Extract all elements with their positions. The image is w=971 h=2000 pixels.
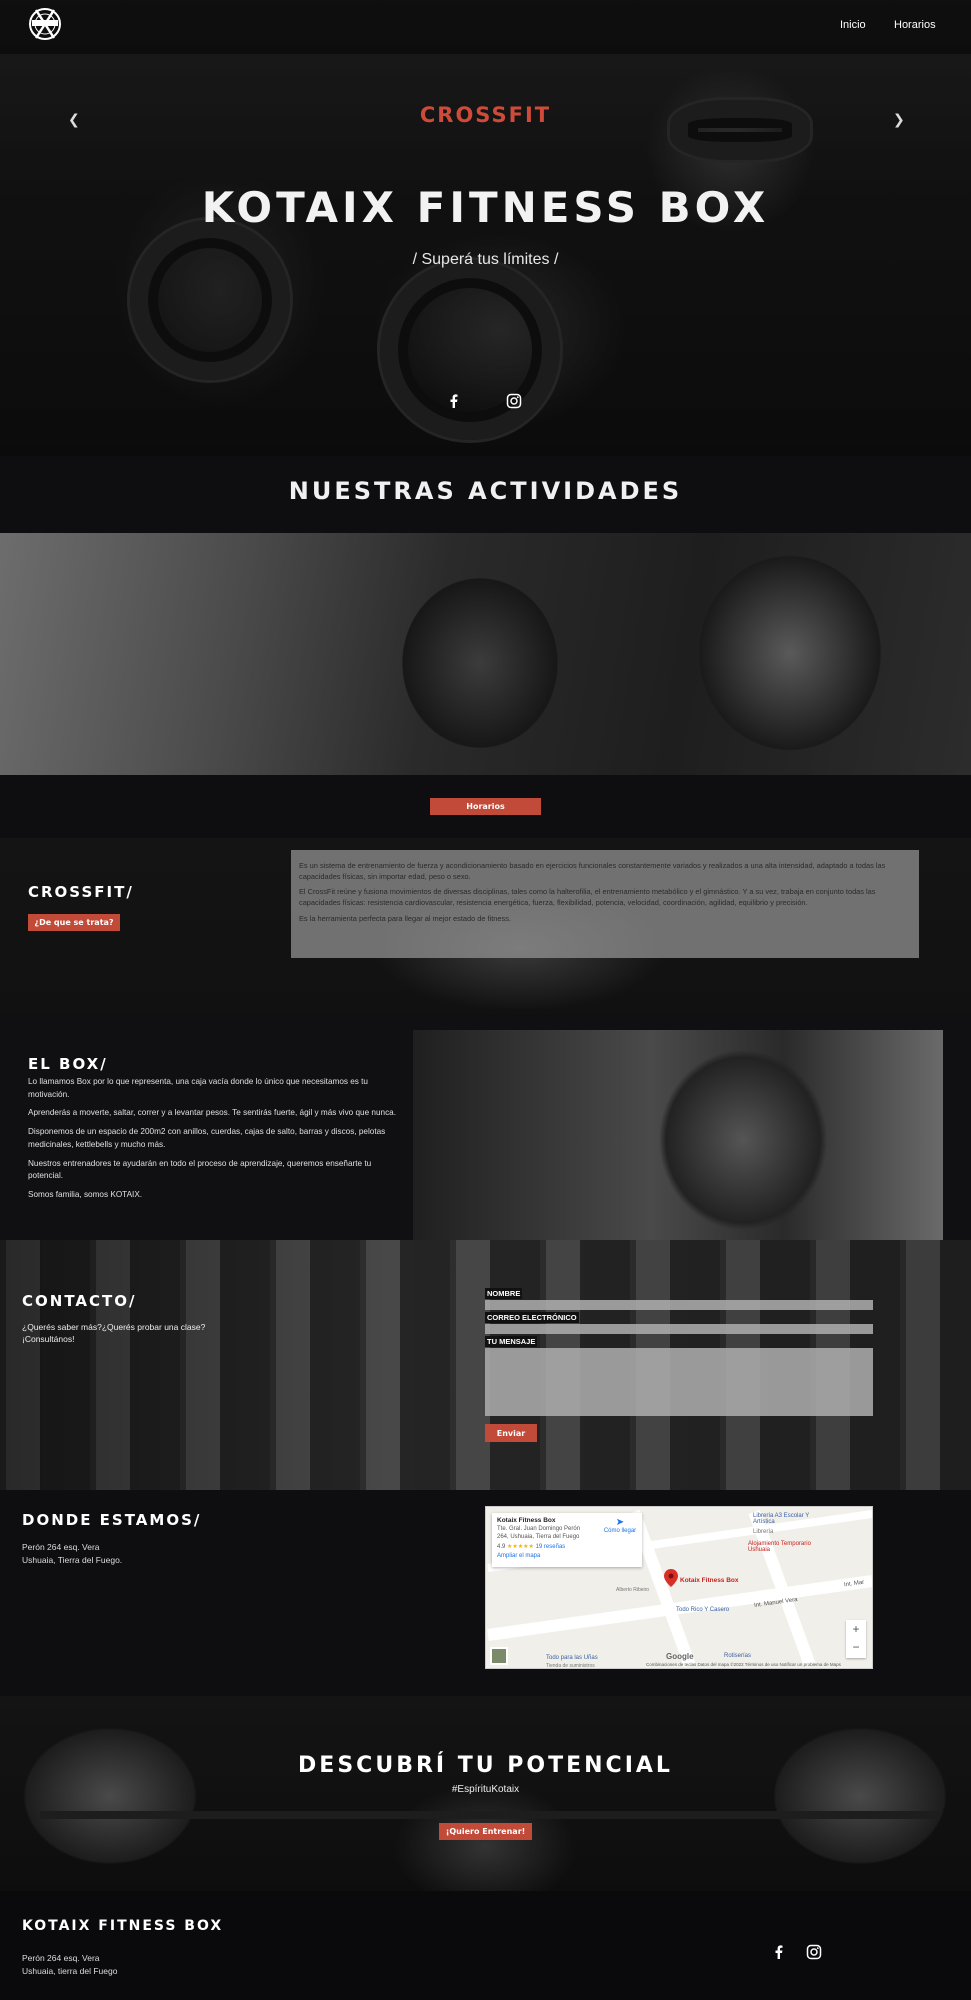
- hero-subtitle: / Superá tus límites /: [412, 251, 559, 268]
- map-marker-label: Kotaix Fitness Box: [680, 1577, 739, 1584]
- footer-address: Perón 264 esq. Vera Ushuaia, tierra del …: [22, 1953, 118, 1976]
- contact-text: ¿Querés saber más?¿Querés probar una cla…: [22, 1322, 206, 1344]
- cta-title: DESCUBRÍ TU POTENCIAL: [298, 1753, 673, 1778]
- reviews-link[interactable]: 19 reseñas: [536, 1544, 566, 1550]
- zoom-controls: + −: [846, 1620, 866, 1658]
- location-title: DONDE ESTAMOS/: [22, 1511, 202, 1529]
- email-input[interactable]: [485, 1324, 873, 1334]
- chevron-right-icon[interactable]: ❯: [893, 112, 905, 128]
- nombre-input[interactable]: [485, 1300, 873, 1310]
- crossfit-paragraph: Es la herramienta perfecta para llegar a…: [299, 913, 511, 923]
- train-button[interactable]: ¡Quiero Entrenar!: [439, 1823, 532, 1840]
- map-label: Librería: [753, 1529, 774, 1535]
- facebook-icon[interactable]: [771, 1944, 787, 1960]
- facebook-icon[interactable]: [446, 393, 462, 409]
- map-label: Todo para las Uñas: [546, 1655, 598, 1661]
- correo-label: CORREO ELECTRÓNICO: [485, 1312, 579, 1323]
- map-label: Alberto Ribeiro: [616, 1587, 650, 1593]
- nombre-label: NOMBRE: [485, 1288, 523, 1299]
- navbar: [0, 0, 971, 54]
- crossfit-paragraph: Es un sistema de entrenamiento de fuerza…: [299, 861, 886, 881]
- chevron-left-icon[interactable]: ❮: [68, 112, 80, 128]
- logo[interactable]: [28, 4, 62, 42]
- crossfit-description: Es un sistema de entrenamiento de fuerza…: [291, 850, 919, 958]
- message-textarea[interactable]: [485, 1348, 873, 1416]
- box-text: Lo llamamos Box por lo que representa, u…: [28, 1077, 397, 1199]
- map-pin-icon[interactable]: [664, 1569, 678, 1591]
- zoom-out-button[interactable]: −: [846, 1638, 866, 1656]
- enlarge-map-link[interactable]: Ampliar el mapa: [497, 1553, 637, 1559]
- nav-link-horarios[interactable]: Horarios: [894, 19, 936, 31]
- horarios-button[interactable]: Horarios: [430, 798, 541, 815]
- contact-title: CONTACTO/: [22, 1292, 137, 1310]
- hero-title: KOTAIX FITNESS BOX: [201, 183, 770, 232]
- directions-icon: ➤: [615, 1517, 625, 1528]
- map-label: Todo Rico Y Casero: [676, 1607, 730, 1613]
- crossfit-paragraph: El CrossFit reúne y fusiona movimientos …: [299, 887, 876, 908]
- map-label: Tienda de suministros: [546, 1663, 595, 1669]
- map-label: Alojamiento Temporario Ushuaia: [748, 1541, 811, 1553]
- submit-button[interactable]: Enviar: [485, 1424, 537, 1442]
- crossfit-info-button[interactable]: ¿De que se trata?: [28, 914, 120, 931]
- map-attribution[interactable]: Combinaciones de teclas Datos del mapa ©…: [646, 1662, 841, 1667]
- directions-button[interactable]: ➤ Cómo llegar: [602, 1517, 638, 1534]
- instagram-icon[interactable]: [506, 393, 522, 409]
- map-info-card: Kotaix Fitness Box Tte. Gral. Juan Domin…: [492, 1513, 642, 1567]
- footer-title: KOTAIX FITNESS BOX: [22, 1918, 224, 1934]
- box-title: EL BOX/: [28, 1055, 108, 1073]
- google-map[interactable]: Kotaix Fitness Box Tte. Gral. Juan Domin…: [485, 1506, 873, 1669]
- crossfit-title: CROSSFIT/: [28, 883, 134, 901]
- mensaje-label: TU MENSAJE: [485, 1336, 538, 1347]
- activities-heading: NUESTRAS ACTIVIDADES: [288, 477, 683, 505]
- location-address: Perón 264 esq. Vera Ushuaia, Tierra del …: [22, 1542, 123, 1565]
- carousel-slide-title: CROSSFIT: [419, 103, 552, 127]
- box-photo: [413, 1030, 943, 1240]
- footer: [0, 1891, 971, 2000]
- map-label: Librería A3 Escolar Y Artística: [753, 1513, 810, 1525]
- zoom-in-button[interactable]: +: [846, 1620, 866, 1638]
- activities-carousel: [0, 533, 971, 775]
- instagram-icon[interactable]: [806, 1944, 822, 1960]
- satellite-toggle[interactable]: [490, 1647, 508, 1665]
- google-logo: Google: [666, 1652, 694, 1661]
- nav-link-inicio[interactable]: Inicio: [840, 19, 866, 31]
- cta-hashtag: #EspírituKotaix: [451, 1784, 520, 1795]
- map-label: Rotiserías: [724, 1653, 752, 1659]
